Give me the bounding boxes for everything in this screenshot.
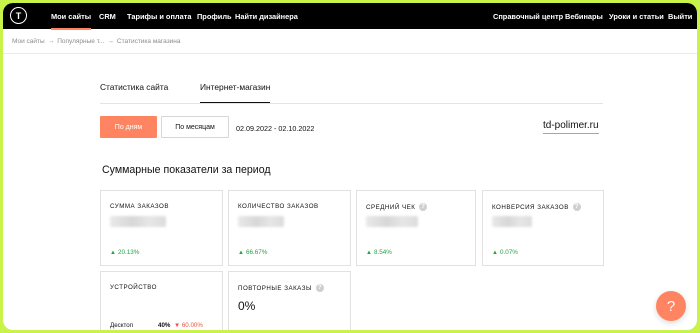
arrow-down-icon: ▼ bbox=[174, 322, 182, 329]
delta-positive: ▲ 66.67% bbox=[238, 249, 267, 256]
card-label: СУММА ЗАКАЗОВ bbox=[110, 203, 169, 210]
info-icon[interactable]: ? bbox=[315, 284, 324, 292]
arrow-up-icon: ▲ bbox=[492, 250, 498, 256]
card-label-text: СРЕДНИЙ ЧЕК bbox=[366, 203, 416, 211]
delta-value: 20.13% bbox=[117, 249, 140, 256]
card-label: КОНВЕРСИЯ ЗАКАЗОВ? bbox=[492, 203, 581, 211]
card-order-count: КОЛИЧЕСТВО ЗАКАЗОВ ▲ 66.67% bbox=[228, 190, 351, 266]
card-label-text: КОЛИЧЕСТВО ЗАКАЗОВ bbox=[238, 203, 319, 210]
delta-positive: ▲ 8.54% bbox=[366, 249, 392, 256]
hidden-value bbox=[366, 216, 418, 227]
nav-my-sites[interactable]: Мои сайты bbox=[51, 12, 92, 30]
card-label-text: ПОВТОРНЫЕ ЗАКАЗЫ bbox=[238, 284, 312, 292]
card-order-conversion: КОНВЕРСИЯ ЗАКАЗОВ? ▲ 0.07% bbox=[482, 190, 604, 266]
breadcrumb-current: Статистика магазина bbox=[116, 38, 181, 45]
nav-lessons[interactable]: Уроки и статьи bbox=[609, 12, 664, 21]
tab-site-stats[interactable]: Статистика сайта bbox=[100, 82, 168, 92]
hidden-value bbox=[110, 216, 166, 227]
info-icon[interactable]: ? bbox=[572, 203, 581, 211]
by-days-button[interactable]: По дням bbox=[100, 116, 157, 138]
card-label-text: УСТРОЙСТВО bbox=[110, 284, 157, 291]
delta-positive: ▲ 0.07% bbox=[492, 249, 518, 256]
delta-value: 66.67% bbox=[245, 249, 268, 256]
card-repeat-orders: ПОВТОРНЫЕ ЗАКАЗЫ? 0% bbox=[228, 271, 351, 330]
card-average-check: СРЕДНИЙ ЧЕК? ▲ 8.54% bbox=[356, 190, 476, 266]
top-nav-bar: T Мои сайты CRM Тарифы и оплата Профиль … bbox=[3, 3, 697, 30]
arrow-up-icon: ▲ bbox=[366, 250, 372, 256]
logo-letter: T bbox=[15, 10, 22, 21]
arrow-up-icon: ▲ bbox=[238, 250, 244, 256]
by-months-button[interactable]: По месяцам bbox=[161, 116, 229, 138]
info-icon[interactable]: ? bbox=[419, 203, 428, 211]
delta-value: 8.54% bbox=[373, 249, 392, 256]
delta-positive: ▲ 20.13% bbox=[110, 249, 139, 256]
nav-profile[interactable]: Профиль bbox=[197, 12, 232, 21]
card-label: КОЛИЧЕСТВО ЗАКАЗОВ bbox=[238, 203, 319, 210]
question-mark-icon: ? bbox=[666, 297, 676, 315]
tilda-logo-icon[interactable]: T bbox=[10, 7, 27, 24]
breadcrumb-project[interactable]: Популярные т... bbox=[57, 38, 104, 45]
site-domain: td-polimer.ru bbox=[543, 120, 599, 134]
delta-value: 0.07% bbox=[499, 249, 518, 256]
breadcrumb-arrow-icon: → bbox=[47, 38, 55, 45]
card-order-sum: СУММА ЗАКАЗОВ ▲ 20.13% bbox=[100, 190, 223, 266]
section-title: Суммарные показатели за период bbox=[102, 164, 271, 176]
date-range[interactable]: 02.09.2022 - 02.10.2022 bbox=[236, 124, 314, 133]
card-label-text: КОНВЕРСИЯ ЗАКАЗОВ bbox=[492, 203, 569, 211]
card-label-text: СУММА ЗАКАЗОВ bbox=[110, 203, 169, 210]
nav-help-center[interactable]: Справочный центр bbox=[493, 12, 563, 21]
nav-logout[interactable]: Выйти bbox=[668, 12, 692, 21]
tabs-divider bbox=[100, 103, 603, 104]
tab-online-store[interactable]: Интернет-магазин bbox=[200, 82, 271, 104]
header-divider bbox=[3, 53, 697, 54]
nav-find-designer[interactable]: Найти дизайнера bbox=[235, 12, 298, 21]
delta-value: 60.00% bbox=[181, 322, 203, 329]
help-button[interactable]: ? bbox=[656, 291, 686, 321]
device-share: 40% bbox=[158, 322, 171, 329]
breadcrumb-arrow-icon: → bbox=[107, 38, 114, 45]
card-device: УСТРОЙСТВО Десктоп 40% ▼ 60.00% bbox=[100, 271, 223, 330]
hidden-value bbox=[238, 216, 284, 227]
nav-webinars[interactable]: Вебинары bbox=[565, 12, 603, 21]
card-label: ПОВТОРНЫЕ ЗАКАЗЫ? bbox=[238, 284, 324, 292]
card-label: СРЕДНИЙ ЧЕК? bbox=[366, 203, 428, 211]
delta-negative: ▼ 60.00% bbox=[174, 322, 203, 329]
card-label: УСТРОЙСТВО bbox=[110, 284, 157, 291]
app-window: T Мои сайты CRM Тарифы и оплата Профиль … bbox=[3, 3, 697, 330]
nav-tariffs[interactable]: Тарифы и оплата bbox=[127, 12, 191, 21]
repeat-orders-value: 0% bbox=[238, 299, 256, 313]
arrow-up-icon: ▲ bbox=[110, 250, 116, 256]
device-row: Десктоп 40% ▼ 60.00% bbox=[110, 322, 220, 329]
device-name: Десктоп bbox=[110, 322, 134, 329]
breadcrumb: Мои сайты → Популярные т... → Статистика маг… bbox=[12, 38, 181, 45]
breadcrumb-my-sites[interactable]: Мои сайты bbox=[12, 38, 45, 45]
nav-crm[interactable]: CRM bbox=[99, 12, 116, 21]
hidden-value bbox=[492, 216, 532, 227]
